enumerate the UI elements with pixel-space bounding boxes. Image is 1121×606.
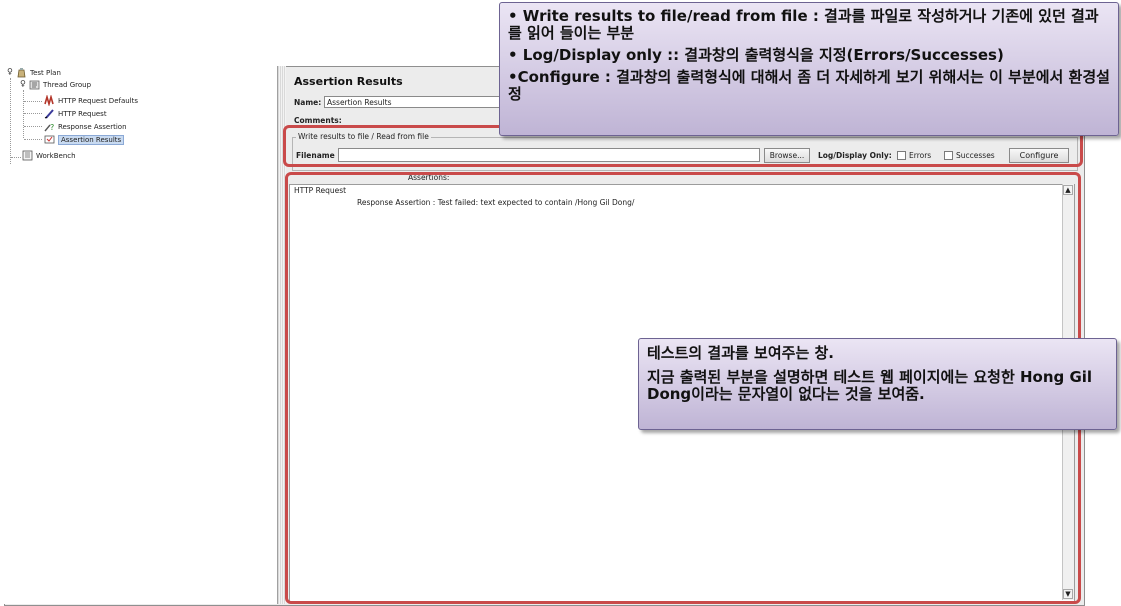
tree-item-workbench[interactable]: WorkBench <box>22 150 76 161</box>
tree-item-label: HTTP Request <box>58 109 107 118</box>
test-plan-tree: ♀ Test Plan ♀ Thread Group HTTP Request … <box>4 66 278 604</box>
callout-results-window: 테스트의 결과를 보여주는 창. 지금 출력된 부분을 설명하면 테스트 웹 페… <box>638 338 1117 430</box>
sampler-pen-icon <box>44 108 55 119</box>
tree-item-label: HTTP Request Defaults <box>58 96 139 105</box>
name-label: Name: <box>294 98 322 107</box>
config-icon <box>44 94 55 107</box>
tree-item-label: Assertion Results <box>58 134 125 145</box>
tree-item-http-request[interactable]: HTTP Request <box>44 108 107 119</box>
callout-file-options: • Write results to file/read from file :… <box>499 2 1119 136</box>
callout-line-log-display: • Log/Display only :: 결과창의 출력형식을 지정(Erro… <box>508 46 1004 64</box>
tree-item-test-plan[interactable]: Test Plan <box>16 67 61 78</box>
name-field[interactable]: Assertion Results <box>324 96 504 108</box>
tree-expand-toggle[interactable]: ♀ <box>7 67 13 76</box>
tree-item-label: Thread Group <box>43 80 92 89</box>
callout-line-results-desc: 지금 출력된 부분을 설명하면 테스트 웹 페이지에는 요청한 Hong Gil… <box>647 368 1093 403</box>
thread-group-icon <box>29 79 40 90</box>
callout-line-configure: •Configure : 결과창의 출력형식에 대해서 좀 더 자세하게 보기 … <box>508 68 1110 103</box>
listener-icon <box>44 134 55 145</box>
svg-text:?: ? <box>50 123 54 132</box>
test-plan-icon <box>16 67 27 78</box>
tree-item-assertion-results[interactable]: Assertion Results <box>44 134 125 145</box>
tree-item-label: WorkBench <box>36 151 76 160</box>
tree-item-http-request-defaults[interactable]: HTTP Request Defaults <box>44 94 139 107</box>
callout-line-results-title: 테스트의 결과를 보여주는 창. <box>647 344 834 362</box>
assertion-icon: ? <box>44 121 55 132</box>
tree-item-label: Response Assertion <box>58 122 127 131</box>
comments-label: Comments: <box>294 116 342 125</box>
tree-expand-toggle[interactable]: ♀ <box>20 79 26 88</box>
tree-item-thread-group[interactable]: Thread Group <box>29 79 91 90</box>
tree-item-response-assertion[interactable]: ? Response Assertion <box>44 121 127 132</box>
tree-item-label: Test Plan <box>30 68 61 77</box>
workbench-icon <box>22 150 33 161</box>
page-title: Assertion Results <box>294 75 403 88</box>
callout-line-write-results: • Write results to file/read from file :… <box>508 7 1099 42</box>
